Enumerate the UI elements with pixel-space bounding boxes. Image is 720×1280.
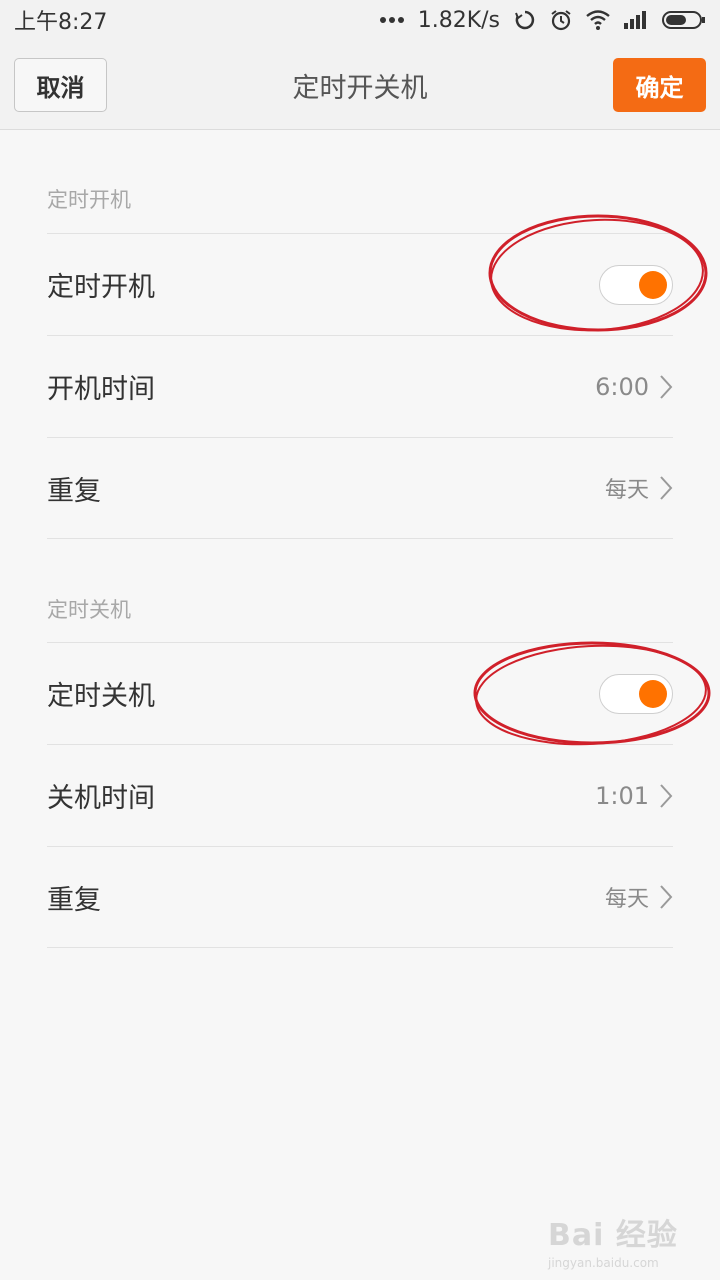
power-off-repeat-value: 每天 xyxy=(604,887,649,912)
title-bar: 定时开关机 取消 确定 xyxy=(0,40,720,130)
alarm-icon xyxy=(551,10,571,31)
network-speed: 1.82K/s xyxy=(417,7,500,33)
watermark-sub: jingyan.baidu.com xyxy=(548,1256,659,1270)
confirm-button[interactable]: 确定 xyxy=(613,58,706,112)
signal-icon xyxy=(624,11,646,29)
annotation-ellipse xyxy=(488,214,708,332)
watermark-main: Bai 经验 xyxy=(548,1218,678,1253)
power-on-toggle-label: 定时开机 xyxy=(47,272,155,303)
power-on-time-value: 6:00 xyxy=(595,372,649,401)
power-off-repeat-label: 重复 xyxy=(47,884,101,916)
annotation-ellipse xyxy=(473,641,711,746)
section-header-power-off: 定时关机 xyxy=(47,598,131,622)
chevron-right-icon xyxy=(660,885,673,909)
battery-icon xyxy=(662,11,705,29)
status-icons: 1.82K/s xyxy=(379,7,706,33)
power-off-time-label: 关机时间 xyxy=(47,783,155,814)
power-off-repeat-row[interactable]: 重复 每天 xyxy=(47,846,673,948)
status-time: 上午8:27 xyxy=(14,10,108,35)
sync-icon xyxy=(515,10,535,30)
section-header-power-on: 定时开机 xyxy=(47,188,131,212)
cancel-button[interactable]: 取消 xyxy=(14,58,107,112)
power-on-time-row[interactable]: 开机时间 6:00 xyxy=(47,335,673,437)
chevron-right-icon xyxy=(660,374,673,399)
power-on-repeat-row[interactable]: 重复 每天 xyxy=(47,437,673,539)
power-off-time-value: 1:01 xyxy=(595,781,649,810)
power-on-repeat-value: 每天 xyxy=(604,478,649,503)
power-off-time-row[interactable]: 关机时间 1:01 xyxy=(47,744,673,846)
more-dots-icon xyxy=(379,17,404,23)
power-off-toggle-label: 定时关机 xyxy=(47,681,155,712)
power-on-time-label: 开机时间 xyxy=(47,374,155,405)
wifi-icon xyxy=(586,10,610,30)
power-on-repeat-label: 重复 xyxy=(47,475,101,507)
status-bar: 上午8:27 1.82K/s xyxy=(0,0,720,40)
baidu-jingyan-watermark: Bai 经验 jingyan.baidu.com xyxy=(548,1210,708,1272)
chevron-right-icon xyxy=(660,476,673,500)
page-title: 定时开关机 xyxy=(292,72,428,104)
chevron-right-icon xyxy=(660,783,673,808)
